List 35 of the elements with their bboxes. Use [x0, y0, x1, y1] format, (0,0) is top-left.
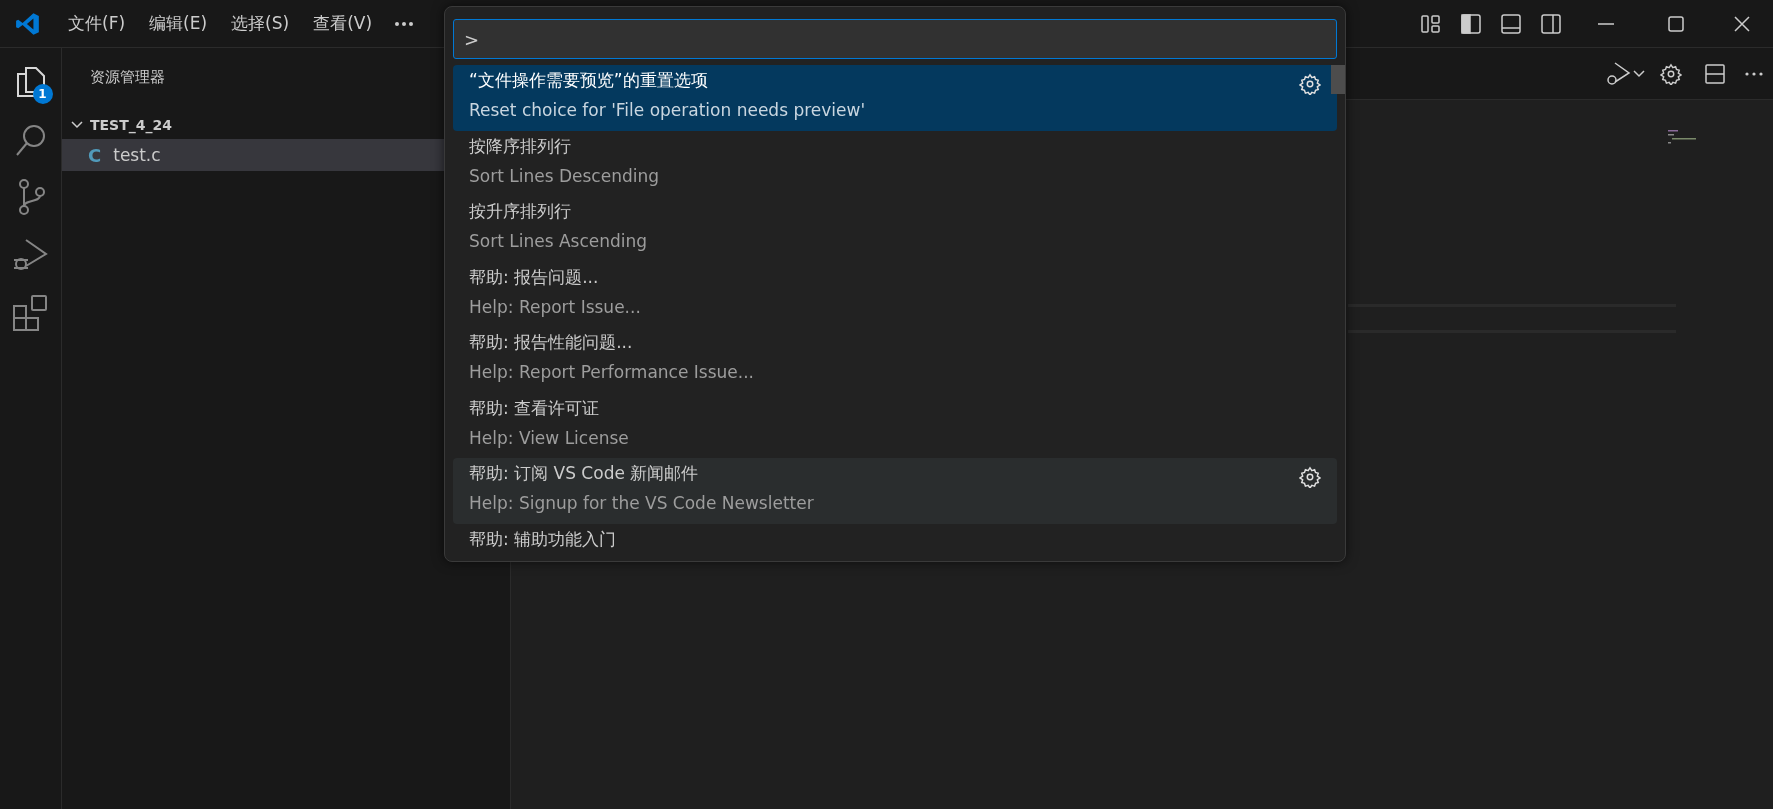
panel-toggle-icon[interactable]	[1500, 12, 1522, 35]
notification-badge: 1	[32, 84, 53, 104]
command-item[interactable]: 帮助: 订阅 VS Code 新闻邮件 Help: Signup for the VS Code Newsletter	[453, 458, 1337, 524]
more-icon[interactable]	[1745, 71, 1763, 76]
chevron-icon[interactable]	[1633, 69, 1645, 78]
sidebar-title: 资源管理器	[90, 68, 165, 87]
run-debug-icon[interactable]	[1605, 60, 1633, 87]
minimap-drawing	[1668, 130, 1698, 144]
layout-icon[interactable]	[1420, 12, 1442, 35]
secondary-sidebar-icon[interactable]	[1540, 12, 1562, 35]
menu-item[interactable]: 文件(F)	[56, 12, 138, 35]
scrollbar-thumb[interactable]	[1331, 65, 1345, 94]
menu-item[interactable]: 编辑(E)	[137, 12, 220, 35]
command-item[interactable]: “文件操作需要预览”的重置选项 Reset choice for 'File operation needs preview'	[453, 65, 1337, 131]
command-item[interactable]: 帮助: 查看许可证 Help: View License	[453, 392, 1337, 458]
search-icon[interactable]	[13, 122, 48, 158]
settings-icon[interactable]	[1299, 466, 1321, 488]
command-item[interactable]: 帮助: 报告问题... Help: Report Issue...	[453, 261, 1337, 327]
maximize-icon[interactable]	[1668, 15, 1684, 32]
c-file-icon: C	[88, 144, 102, 166]
app-logo-icon	[15, 10, 41, 37]
command-item[interactable]: 帮助: 辅助功能入门	[453, 523, 1337, 561]
command-item[interactable]: 按升序排列行 Sort Lines Ascending	[453, 196, 1337, 262]
command-input[interactable]: >	[453, 19, 1337, 59]
sidebar-toggle-icon[interactable]	[1460, 12, 1482, 35]
more-icon[interactable]	[394, 20, 415, 27]
close-icon[interactable]	[1734, 15, 1750, 32]
settings-icon[interactable]	[1660, 62, 1682, 85]
settings-icon[interactable]	[1299, 73, 1321, 95]
command-item[interactable]: 帮助: 报告性能问题... Help: Report Performance Issue...	[453, 327, 1337, 393]
extensions-icon[interactable]	[11, 294, 50, 332]
menu-item[interactable]: 查看(V)	[301, 12, 385, 35]
split-editor-icon[interactable]	[1704, 62, 1726, 85]
menu-item[interactable]: 选择(S)	[219, 12, 302, 35]
minimize-icon[interactable]	[1598, 22, 1614, 25]
